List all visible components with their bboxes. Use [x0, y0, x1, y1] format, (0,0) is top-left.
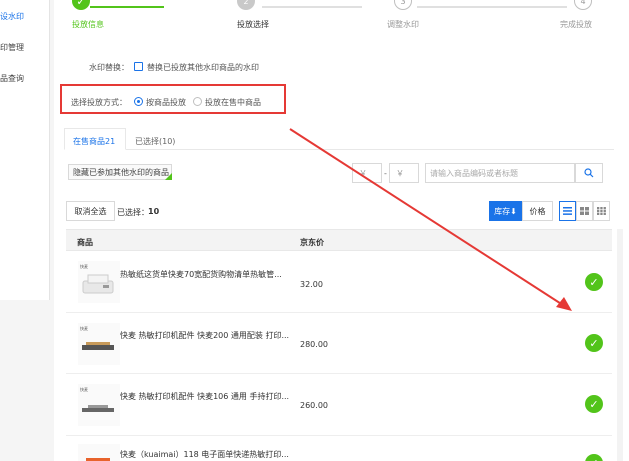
annotation-arrow [289, 128, 572, 311]
